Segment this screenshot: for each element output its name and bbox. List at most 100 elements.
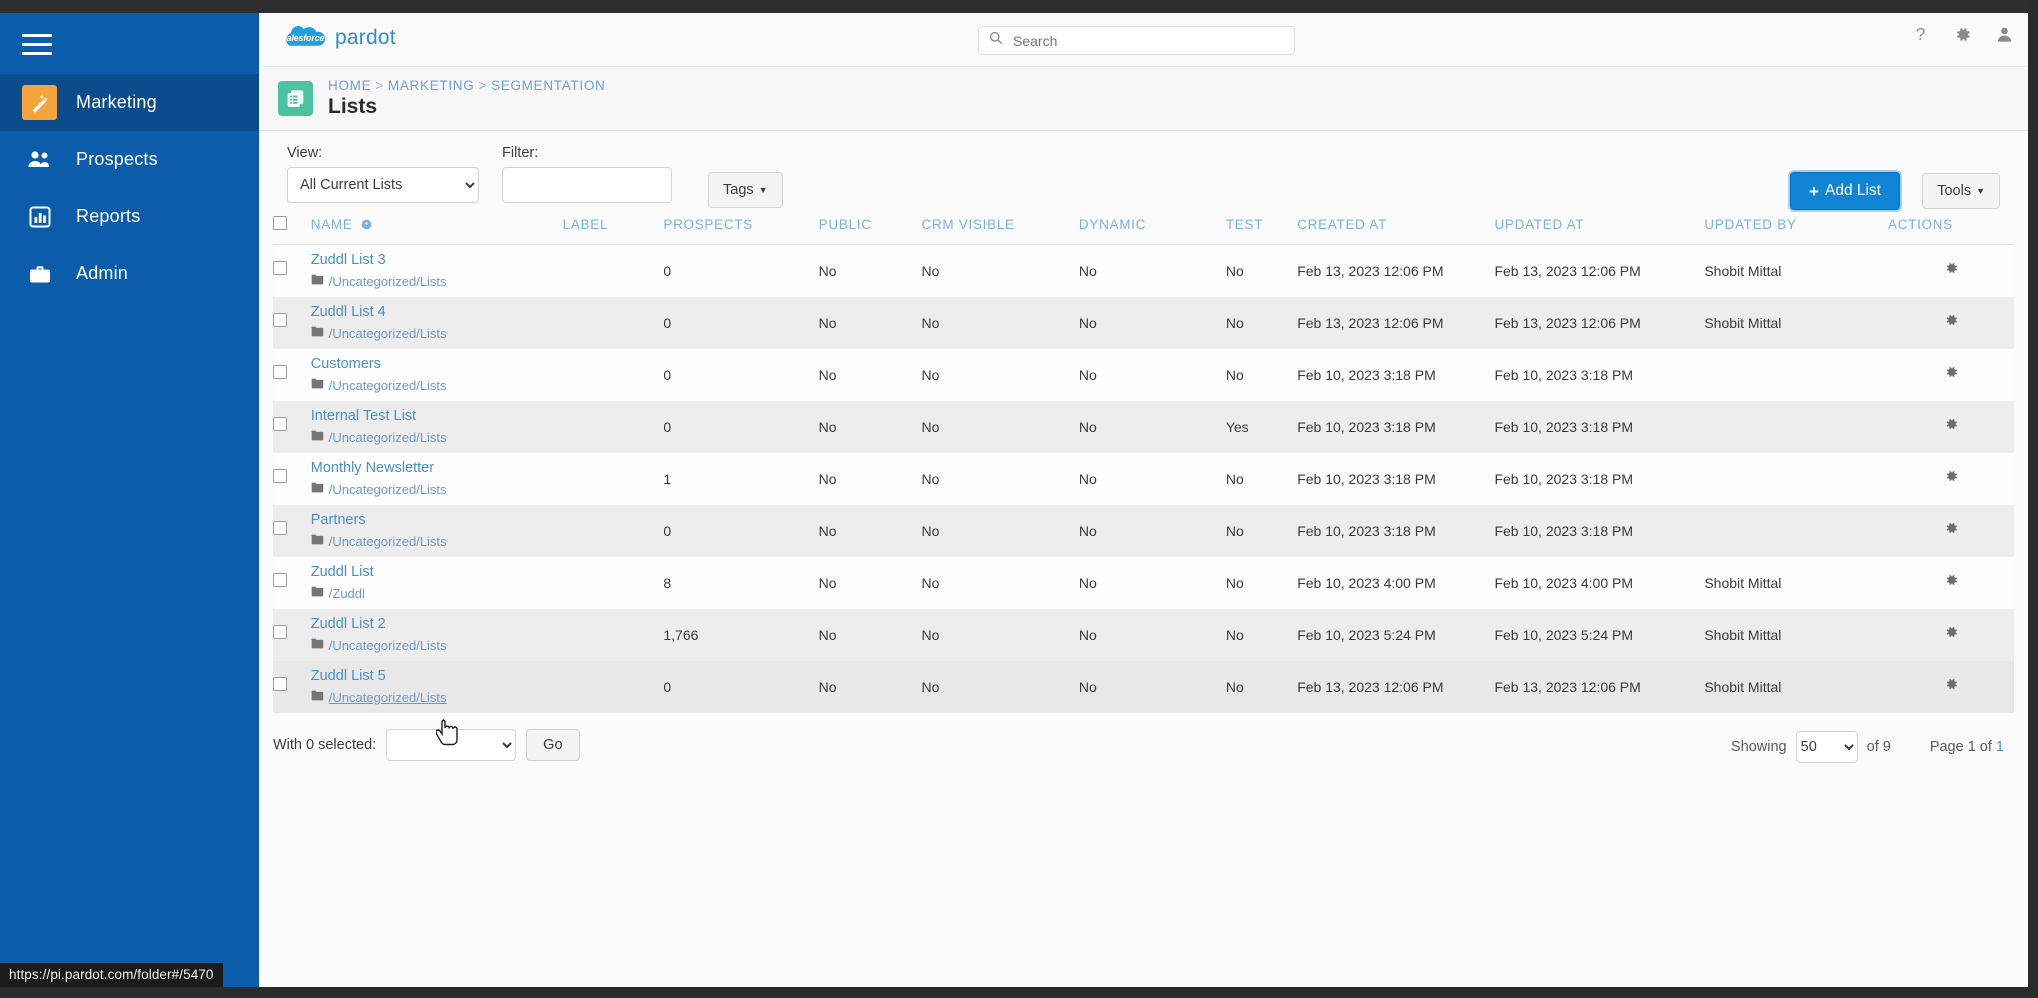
row-checkbox[interactable]: [273, 261, 287, 275]
row-label-cell: [563, 557, 664, 609]
folder-path-link[interactable]: /Uncategorized/Lists: [329, 482, 447, 497]
row-actions-gear-icon[interactable]: [1943, 468, 1959, 484]
folder-path-link[interactable]: /Uncategorized/Lists: [329, 690, 447, 705]
pagination: Showing 50 of 9 Page 1 of 1: [1731, 731, 2004, 763]
folder-path-link[interactable]: /Uncategorized/Lists: [329, 274, 447, 289]
sort-icon[interactable]: [361, 217, 372, 232]
select-all-checkbox[interactable]: [273, 216, 287, 230]
list-name-link[interactable]: Internal Test List: [311, 407, 563, 425]
table-row[interactable]: Internal Test List/Uncategorized/Lists0N…: [273, 401, 2014, 453]
column-prospects: PROSPECTS: [663, 212, 818, 245]
list-name-link[interactable]: Partners: [311, 511, 563, 529]
browser-chrome-right: [2028, 0, 2038, 998]
row-created-at-cell: Feb 10, 2023 5:24 PM: [1297, 609, 1494, 661]
table-row[interactable]: Partners/Uncategorized/Lists0NoNoNoNoFeb…: [273, 505, 2014, 557]
breadcrumb-home[interactable]: HOME: [328, 78, 371, 93]
browser-status-bar: https://pi.pardot.com/folder#/5470: [0, 963, 223, 987]
column-name[interactable]: NAME: [311, 212, 563, 245]
row-checkbox[interactable]: [273, 625, 287, 639]
row-checkbox[interactable]: [273, 521, 287, 535]
row-actions-gear-icon[interactable]: [1943, 260, 1959, 276]
row-checkbox[interactable]: [273, 677, 287, 691]
gear-icon[interactable]: [1953, 25, 1972, 44]
row-checkbox[interactable]: [273, 365, 287, 379]
row-checkbox[interactable]: [273, 417, 287, 431]
folder-path-link[interactable]: /Uncategorized/Lists: [329, 430, 447, 445]
list-name-link[interactable]: Zuddl List 3: [311, 251, 563, 269]
row-label-cell: [563, 609, 664, 661]
row-select-cell: [273, 661, 311, 713]
add-list-button[interactable]: +Add List: [1790, 172, 1900, 210]
list-name-link[interactable]: Zuddl List 5: [311, 667, 563, 685]
table-row[interactable]: Zuddl List 3/Uncategorized/Lists0NoNoNoN…: [273, 245, 2014, 297]
column-label[interactable]: LABEL: [563, 212, 664, 245]
breadcrumb-segmentation[interactable]: SEGMENTATION: [491, 78, 605, 93]
column-dynamic[interactable]: DYNAMIC: [1079, 212, 1226, 245]
help-icon[interactable]: ?: [1911, 25, 1930, 44]
folder-path-link[interactable]: /Zuddl: [329, 586, 365, 601]
folder-path-link[interactable]: /Uncategorized/Lists: [329, 326, 447, 341]
row-prospects-cell: 0: [663, 349, 818, 401]
list-name-link[interactable]: Customers: [311, 355, 563, 373]
lists-table: NAME LABEL PROSPECTS PUBLIC: [273, 212, 2014, 713]
row-actions-gear-icon[interactable]: [1943, 416, 1959, 432]
tags-button[interactable]: Tags▼: [708, 172, 783, 208]
row-actions-gear-icon[interactable]: [1943, 624, 1959, 640]
folder-path-link[interactable]: /Uncategorized/Lists: [329, 638, 447, 653]
table-row[interactable]: Zuddl List 2/Uncategorized/Lists1,766NoN…: [273, 609, 2014, 661]
list-name-link[interactable]: Zuddl List: [311, 563, 563, 581]
pardot-logo[interactable]: salesforce pardot: [278, 23, 396, 52]
tools-button[interactable]: Tools▼: [1922, 173, 2000, 209]
sidebar-item-prospects[interactable]: Prospects: [0, 131, 259, 188]
sidebar-item-admin[interactable]: Admin: [0, 245, 259, 302]
page-indicator-total[interactable]: 1: [1996, 739, 2004, 755]
row-actions-gear-icon[interactable]: [1943, 520, 1959, 536]
column-public[interactable]: PUBLIC: [819, 212, 922, 245]
view-select[interactable]: All Current Lists: [287, 167, 479, 203]
hamburger-menu-icon[interactable]: [22, 29, 56, 59]
breadcrumb-marketing[interactable]: MARKETING: [388, 78, 475, 93]
column-test[interactable]: TEST: [1226, 212, 1297, 245]
table-row[interactable]: Zuddl List 5/Uncategorized/Lists0NoNoNoN…: [273, 661, 2014, 713]
row-updated-by-cell: Shobit Mittal: [1704, 245, 1888, 297]
table-row[interactable]: Zuddl List 4/Uncategorized/Lists0NoNoNoN…: [273, 297, 2014, 349]
list-name-link[interactable]: Zuddl List 4: [311, 303, 563, 321]
folder-path-link[interactable]: /Uncategorized/Lists: [329, 378, 447, 393]
sidebar-item-reports[interactable]: Reports: [0, 188, 259, 245]
select-all-cell: [273, 212, 311, 245]
table-row[interactable]: Zuddl List/Zuddl8NoNoNoNoFeb 10, 2023 4:…: [273, 557, 2014, 609]
sidebar-item-marketing[interactable]: Marketing: [0, 74, 259, 131]
column-crm-visible[interactable]: CRM VISIBLE: [922, 212, 1079, 245]
row-checkbox[interactable]: [273, 469, 287, 483]
row-actions-gear-icon[interactable]: [1943, 676, 1959, 692]
bulk-action-select[interactable]: [386, 729, 516, 761]
row-dynamic-cell: No: [1079, 557, 1226, 609]
row-test-cell: No: [1226, 453, 1297, 505]
folder-path-link[interactable]: /Uncategorized/Lists: [329, 534, 447, 549]
user-avatar-icon[interactable]: [1995, 25, 2014, 44]
row-name-cell: Customers/Uncategorized/Lists: [311, 349, 563, 401]
row-test-cell: No: [1226, 505, 1297, 557]
go-button[interactable]: Go: [526, 729, 579, 761]
row-actions-gear-icon[interactable]: [1943, 312, 1959, 328]
table-header-row: NAME LABEL PROSPECTS PUBLIC: [273, 212, 2014, 245]
column-updated-at[interactable]: UPDATED AT: [1494, 212, 1704, 245]
search-input[interactable]: [1011, 32, 1284, 50]
row-test-cell: No: [1226, 297, 1297, 349]
global-search[interactable]: [978, 26, 1295, 55]
row-created-at-cell: Feb 10, 2023 3:18 PM: [1297, 349, 1494, 401]
filter-input[interactable]: [502, 167, 672, 203]
list-name-link[interactable]: Zuddl List 2: [311, 615, 563, 633]
list-name-link[interactable]: Monthly Newsletter: [311, 459, 563, 477]
table-row[interactable]: Monthly Newsletter/Uncategorized/Lists1N…: [273, 453, 2014, 505]
row-public-cell: No: [819, 297, 922, 349]
row-created-at-cell: Feb 10, 2023 3:18 PM: [1297, 401, 1494, 453]
row-actions-gear-icon[interactable]: [1943, 572, 1959, 588]
page-size-select[interactable]: 50: [1796, 731, 1858, 763]
table-row[interactable]: Customers/Uncategorized/Lists0NoNoNoNoFe…: [273, 349, 2014, 401]
row-checkbox[interactable]: [273, 313, 287, 327]
row-checkbox[interactable]: [273, 573, 287, 587]
browser-chrome-bottom: [0, 987, 2038, 998]
column-created-at[interactable]: CREATED AT: [1297, 212, 1494, 245]
row-actions-gear-icon[interactable]: [1943, 364, 1959, 380]
